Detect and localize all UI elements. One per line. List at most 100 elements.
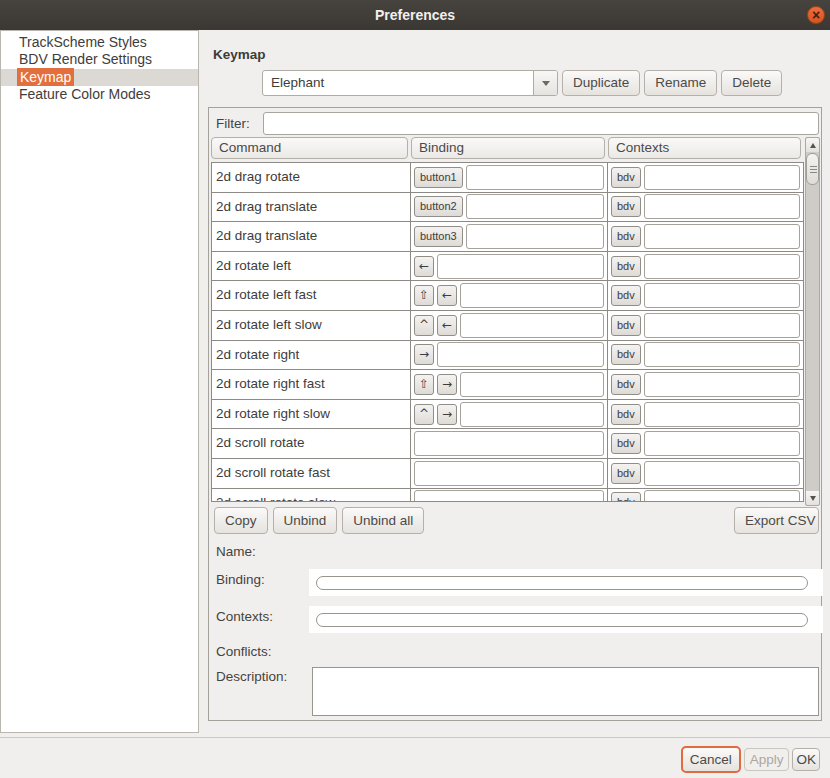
filter-input[interactable] [263,112,819,135]
key-chip: → [437,374,457,395]
contexts-cell: bdv [607,489,803,502]
apply-button[interactable]: Apply [744,748,790,771]
chevron-down-icon[interactable] [533,71,557,95]
column-header-binding[interactable]: Binding [411,137,605,159]
table-row[interactable]: 2d rotate right slow^→bdv [212,400,803,430]
context-chip: bdv [611,374,641,395]
rename-button[interactable]: Rename [644,70,717,96]
contexts-input[interactable] [644,194,800,219]
scroll-down-icon[interactable] [806,491,819,505]
key-chip: ← [437,285,457,306]
name-label: Name: [216,544,256,560]
unbind-all-button[interactable]: Unbind all [342,507,424,534]
context-chip: bdv [611,463,641,484]
binding-cell: ⇧← [410,281,607,310]
key-chip: ← [437,315,457,336]
table-row[interactable]: 2d drag translatebutton3bdv [212,222,803,252]
binding-input[interactable] [414,461,604,486]
binding-input[interactable] [437,342,604,367]
binding-input[interactable] [460,313,604,338]
key-chip: → [414,344,434,365]
titlebar: Preferences × [0,0,830,30]
table-row[interactable]: 2d scroll rotate slowbdv [212,489,803,502]
binding-cell: ← [410,252,607,281]
column-header-contexts[interactable]: Contexts [608,137,801,159]
command-cell: 2d scroll rotate [212,429,410,458]
table-row[interactable]: 2d rotate right fast⇧→ bdv [212,370,803,400]
contexts-input[interactable] [644,165,800,190]
context-chip: bdv [611,433,641,454]
context-chip: bdv [611,256,641,277]
binding-input[interactable] [437,254,604,279]
table-row[interactable]: 2d rotate left←bdv [212,252,803,282]
scrollbar-thumb[interactable] [806,153,819,185]
contexts-input[interactable] [644,283,800,308]
export-csv-button[interactable]: Export CSV [734,507,819,534]
context-chip: bdv [611,196,641,217]
scroll-up-icon[interactable] [806,138,819,152]
key-chip: button2 [414,196,463,217]
contexts-cell: bdv [607,459,803,488]
contexts-cell: bdv [607,281,803,310]
description-field[interactable] [312,667,819,716]
command-cell: 2d scroll rotate fast [212,459,410,488]
contexts-cell: bdv [607,341,803,370]
contexts-field[interactable] [316,613,808,627]
unbind-button[interactable]: Unbind [273,507,338,534]
contexts-cell: bdv [607,222,803,251]
copy-button[interactable]: Copy [214,507,268,534]
binding-input[interactable] [414,490,604,502]
binding-cell [410,459,607,488]
key-chip: ← [414,256,434,277]
table-row[interactable]: 2d drag rotatebutton1bdv [212,163,803,193]
contexts-input[interactable] [644,490,800,502]
contexts-cell: bdv [607,429,803,458]
vertical-scrollbar[interactable] [805,137,820,506]
duplicate-button[interactable]: Duplicate [562,70,640,96]
column-header-command[interactable]: Command [211,137,408,159]
binding-field[interactable] [316,576,808,590]
table-row[interactable]: 2d rotate left fast⇧←bdv [212,281,803,311]
table-row[interactable]: 2d rotate left slow^←bdv [212,311,803,341]
sidebar-item-bdv-render-settings[interactable]: BDV Render Settings [1,51,198,68]
table-row[interactable]: 2d scroll rotate fast bdv [212,459,803,489]
binding-input[interactable] [466,224,604,249]
binding-input[interactable] [466,165,604,190]
binding-input[interactable] [466,194,604,219]
close-button[interactable]: × [807,6,825,24]
sidebar-item-trackscheme-styles[interactable]: TrackScheme Styles [1,34,198,51]
delete-button[interactable]: Delete [721,70,782,96]
contexts-cell: bdv [607,193,803,222]
contexts-input[interactable] [644,342,800,367]
contexts-cell: bdv [607,400,803,429]
binding-input[interactable] [414,431,604,456]
binding-input[interactable] [460,283,604,308]
binding-input[interactable] [460,372,604,397]
command-cell: 2d drag translate [212,222,410,251]
command-cell: 2d rotate left fast [212,281,410,310]
table-row[interactable]: 2d drag translatebutton2bdv [212,193,803,223]
sidebar-item-feature-color-modes[interactable]: Feature Color Modes [1,86,198,103]
table-row[interactable]: 2d scroll rotate bdv [212,429,803,459]
contexts-input[interactable] [644,461,800,486]
binding-input[interactable] [460,402,604,427]
contexts-input[interactable] [644,402,800,427]
contexts-cell: bdv [607,370,803,399]
context-chip: bdv [611,344,641,365]
contexts-input[interactable] [644,224,800,249]
contexts-input[interactable] [644,372,800,397]
keymap-select[interactable]: Elephant [262,70,558,96]
table-row[interactable]: 2d rotate right→bdv [212,341,803,371]
ok-button[interactable]: OK [792,748,820,771]
contexts-input[interactable] [644,313,800,338]
page-title: Keymap [213,47,266,62]
key-chip: ^ [414,404,434,425]
table-actions: Copy Unbind Unbind all [214,507,424,534]
contexts-input[interactable] [644,431,800,456]
description-label: Description: [216,669,287,685]
sidebar-item-keymap[interactable]: Keymap [1,69,198,86]
cancel-button[interactable]: Cancel [681,746,741,773]
contexts-input[interactable] [644,254,800,279]
key-chip: ⇧ [414,374,434,395]
command-cell: 2d rotate right fast [212,370,410,399]
